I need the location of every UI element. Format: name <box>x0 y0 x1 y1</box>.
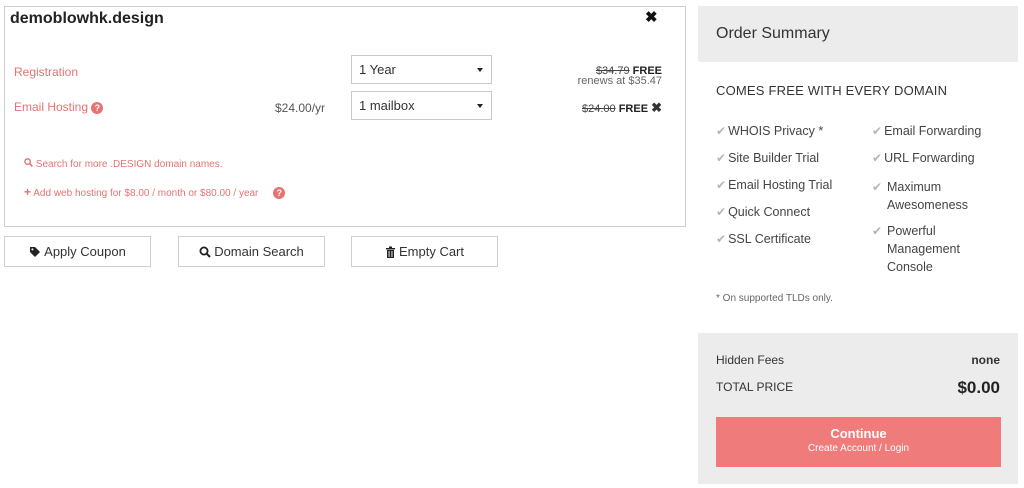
feature-item: ✔ Email Hosting Trial <box>716 178 832 192</box>
feature-label: Email Forwarding <box>884 124 982 138</box>
tld-note: * On supported TLDs only. <box>716 293 833 304</box>
email-plan-value: 1 mailbox <box>359 98 415 113</box>
continue-button[interactable]: Continue Create Account / Login <box>716 417 1001 467</box>
email-plan-select[interactable]: 1 mailbox <box>351 91 492 120</box>
tag-icon <box>30 247 41 257</box>
remove-domain-icon[interactable]: ✖ <box>645 8 658 26</box>
email-price: $24.00 FREE ✖ <box>560 100 662 116</box>
email-old-price: $24.00 <box>581 103 616 115</box>
check-icon: ✔ <box>716 124 727 138</box>
chevron-down-icon <box>477 68 483 72</box>
feature-item: ✔ Site Builder Trial <box>716 151 819 165</box>
email-hosting-label-wrap: Email Hosting ? <box>14 100 104 114</box>
add-hosting-text: Add web hosting for $8.00 / month or $80… <box>33 188 259 199</box>
continue-sub-label: Create Account / Login <box>807 443 910 454</box>
check-icon: ✔ <box>716 178 727 192</box>
feature-label: WHOIS Privacy * <box>728 124 824 138</box>
search-more-link[interactable]: Search for more .DESIGN domain names. <box>24 158 223 170</box>
hidden-fees-label: Hidden Fees <box>716 353 785 367</box>
check-icon: ✔ <box>872 224 883 238</box>
check-icon: ✔ <box>872 124 883 138</box>
feature-label: Quick Connect <box>728 205 811 219</box>
chevron-down-icon <box>477 104 483 108</box>
free-features-title: COMES FREE WITH EVERY DOMAIN <box>716 83 948 98</box>
feature-item: ✔ Email Forwarding <box>872 124 981 138</box>
registration-term-value: 1 Year <box>359 62 396 77</box>
registration-term-select[interactable]: 1 Year <box>351 55 492 84</box>
registration-renews: renews at $35.47 <box>577 75 662 87</box>
plus-icon: + <box>24 185 32 199</box>
search-more-text: Search for more .DESIGN domain names. <box>35 159 223 170</box>
feature-label: SSL Certificate <box>728 232 811 246</box>
question-circle-icon[interactable]: ? <box>91 101 104 114</box>
empty-cart-button[interactable]: Empty Cart <box>351 236 498 267</box>
check-icon: ✔ <box>872 151 883 165</box>
search-icon <box>24 158 33 167</box>
empty-cart-label: Empty Cart <box>398 244 464 259</box>
domain-name-title: demoblowhk.design <box>10 10 164 27</box>
remove-email-icon[interactable]: ✖ <box>651 100 662 115</box>
feature-item: ✔ Maximum Awesomeness <box>872 178 982 214</box>
feature-item: ✔ WHOIS Privacy * <box>716 124 823 138</box>
feature-label: Maximum Awesomeness <box>887 180 969 212</box>
check-icon: ✔ <box>716 232 727 246</box>
total-price-value: $0.00 <box>957 378 1000 397</box>
feature-label: Email Hosting Trial <box>728 178 833 192</box>
domain-search-label: Domain Search <box>214 244 304 259</box>
check-icon: ✔ <box>716 205 727 219</box>
email-free-label: FREE <box>618 103 649 115</box>
continue-label: Continue <box>830 426 887 441</box>
feature-item: ✔ Quick Connect <box>716 205 810 219</box>
total-price-label: TOTAL PRICE <box>716 380 794 394</box>
feature-label: Site Builder Trial <box>728 151 820 165</box>
email-hosting-label: Email Hosting <box>14 100 89 114</box>
check-icon: ✔ <box>716 151 727 165</box>
feature-label: URL Forwarding <box>884 151 975 165</box>
feature-item: ✔ SSL Certificate <box>716 232 811 246</box>
feature-label: Powerful Management Console <box>887 224 960 274</box>
trash-icon <box>385 246 395 258</box>
domain-search-button[interactable]: Domain Search <box>178 236 325 267</box>
check-icon: ✔ <box>872 180 883 194</box>
registration-label: Registration <box>14 65 79 79</box>
order-summary-header: Order Summary <box>698 6 1018 62</box>
hidden-fees-value: none <box>971 353 1000 367</box>
question-circle-icon[interactable]: ? <box>273 187 286 200</box>
apply-coupon-label: Apply Coupon <box>44 244 126 259</box>
feature-item: ✔ Powerful Management Console <box>872 222 987 276</box>
registration-price: $34.79 FREE renews at $35.47 <box>560 65 662 87</box>
feature-item: ✔ URL Forwarding <box>872 151 975 165</box>
add-hosting-link[interactable]: + Add web hosting for $8.00 / month or $… <box>24 185 286 200</box>
apply-coupon-button[interactable]: Apply Coupon <box>4 236 151 267</box>
email-unit-price: $24.00/yr <box>275 101 326 115</box>
search-icon <box>199 246 211 258</box>
order-summary-title: Order Summary <box>716 25 830 42</box>
